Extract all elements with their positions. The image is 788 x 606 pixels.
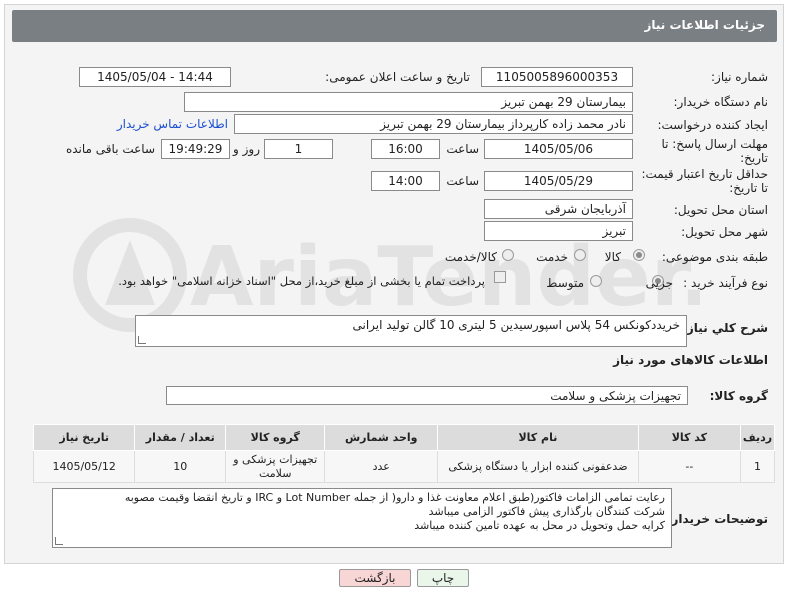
cell-name: ضدعفونی کننده ابزار یا دستگاه پزشکی: [437, 450, 639, 483]
print-button[interactable]: چاپ: [417, 569, 469, 587]
cell-code: --: [637, 450, 742, 483]
resize-handle-icon[interactable]: [55, 537, 63, 545]
col-group: گروه کالا: [225, 424, 326, 451]
buyer-org-field: بیمارستان 29 بهمن تبریز: [184, 92, 633, 112]
treasury-payment-text: پرداخت تمام یا بخشی از مبلغ خرید،از محل …: [118, 274, 485, 288]
buyer-org-label: نام دستگاه خریدار:: [673, 95, 769, 109]
validity-label-1: حداقل تاریخ اعتبار قیمت:: [641, 167, 768, 181]
category-radio-service[interactable]: [574, 249, 586, 261]
goods-info-heading: اطلاعات کالاهای مورد نیاز: [613, 353, 768, 367]
col-code: کد کالا: [637, 424, 742, 451]
summary-label: شرح کلي نياز:: [682, 321, 768, 335]
cell-row: 1: [740, 450, 775, 483]
province-field: آذربایجان شرقی: [484, 199, 633, 219]
validity-time-label: ساعت: [446, 174, 479, 188]
reply-time-field: 16:00: [371, 139, 440, 159]
need-number-field: 1105005896000353: [481, 67, 633, 87]
category-option-service: خدمت: [536, 250, 568, 264]
reply-time-label: ساعت: [446, 142, 479, 156]
process-radio-medium[interactable]: [590, 275, 602, 287]
reply-deadline-label-2: تاریخ:: [740, 151, 768, 165]
process-option-medium: متوسط: [546, 276, 584, 290]
province-label: استان محل تحویل:: [673, 203, 768, 217]
col-row: ردیف: [740, 424, 775, 451]
category-option-goods: کالا: [604, 250, 621, 264]
buyer-notes-line: شرکت کنندگان بارگذاری پیش فاکتور الزامی …: [428, 505, 665, 518]
buyer-notes-line: کرایه حمل وتحویل در محل به عهده تامین کن…: [414, 519, 665, 532]
days-field: 1: [264, 139, 333, 159]
category-label: طبقه بندی موضوعی:: [661, 250, 768, 264]
cell-date: 1405/05/12: [32, 450, 136, 483]
summary-text: خریددکونکس 54 پلاس اسپورسیدین 5 لیتری 10…: [352, 318, 680, 332]
reply-date-field: 1405/05/06: [484, 139, 633, 159]
remaining-label: ساعت باقی مانده: [65, 142, 155, 156]
reply-deadline-label-1: مهلت ارسال پاسخ: تا: [661, 137, 768, 151]
requester-label: ایجاد کننده درخواست:: [657, 118, 768, 132]
cell-group: تجهیزات پزشکی و سلامت: [225, 450, 326, 483]
header-bar: جزئیات اطلاعات نیاز: [12, 10, 777, 42]
category-radio-goods[interactable]: [633, 249, 645, 261]
announce-datetime-field: 1405/05/04 - 14:44: [79, 67, 231, 87]
remaining-time-field: 19:49:29: [161, 139, 230, 159]
buyer-notes-label: توضیحات خریدار:: [666, 512, 768, 526]
days-label: روز و: [233, 142, 260, 156]
col-name: نام کالا: [437, 424, 639, 451]
validity-date-field: 1405/05/29: [484, 171, 633, 191]
col-unit: واحد شمارش: [324, 424, 439, 451]
table-row: 1 -- ضدعفونی کننده ابزار یا دستگاه پزشکی…: [32, 450, 775, 483]
category-option-goods-service: کالا/خدمت: [444, 250, 497, 264]
validity-label-2: تا تاریخ:: [729, 181, 768, 195]
col-qty: تعداد / مقدار: [134, 424, 227, 451]
resize-handle-icon[interactable]: [138, 336, 146, 344]
buyer-notes-line: رعایت تمامی الزامات فاکتور(طبق اعلام معا…: [124, 491, 665, 504]
process-label: نوع فرآیند خرید :: [683, 276, 768, 290]
city-label: شهر محل تحویل:: [681, 225, 768, 239]
cell-qty: 10: [134, 450, 227, 483]
buyer-contact-link[interactable]: اطلاعات تماس خریدار: [117, 117, 228, 131]
items-table: ردیف کد کالا نام کالا واحد شمارش گروه کا…: [32, 424, 775, 483]
buyer-notes-field: رعایت تمامی الزامات فاکتور(طبق اعلام معا…: [52, 488, 672, 548]
process-option-minor: جزیی: [645, 276, 673, 290]
col-date: تاریخ نیاز: [32, 424, 136, 451]
need-number-label: شماره نیاز:: [711, 70, 768, 84]
category-radio-goods-service[interactable]: [502, 249, 514, 261]
city-field: تبریز: [484, 221, 633, 241]
requester-field: نادر محمد زاده کارپرداز بیمارستان 29 بهم…: [234, 114, 633, 134]
announce-label: تاریخ و ساعت اعلان عمومی:: [325, 70, 470, 84]
summary-field: خریددکونکس 54 پلاس اسپورسیدین 5 لیتری 10…: [135, 315, 687, 347]
validity-time-field: 14:00: [371, 171, 440, 191]
page-title: جزئیات اطلاعات نیاز: [644, 18, 765, 32]
goods-group-label: گروه کالا:: [709, 389, 768, 403]
goods-group-field: تجهیزات پزشکی و سلامت: [166, 386, 688, 405]
back-button[interactable]: بازگشت: [339, 569, 411, 587]
table-header-row: ردیف کد کالا نام کالا واحد شمارش گروه کا…: [32, 424, 775, 451]
cell-unit: عدد: [324, 450, 439, 483]
treasury-payment-checkbox[interactable]: [494, 271, 506, 283]
